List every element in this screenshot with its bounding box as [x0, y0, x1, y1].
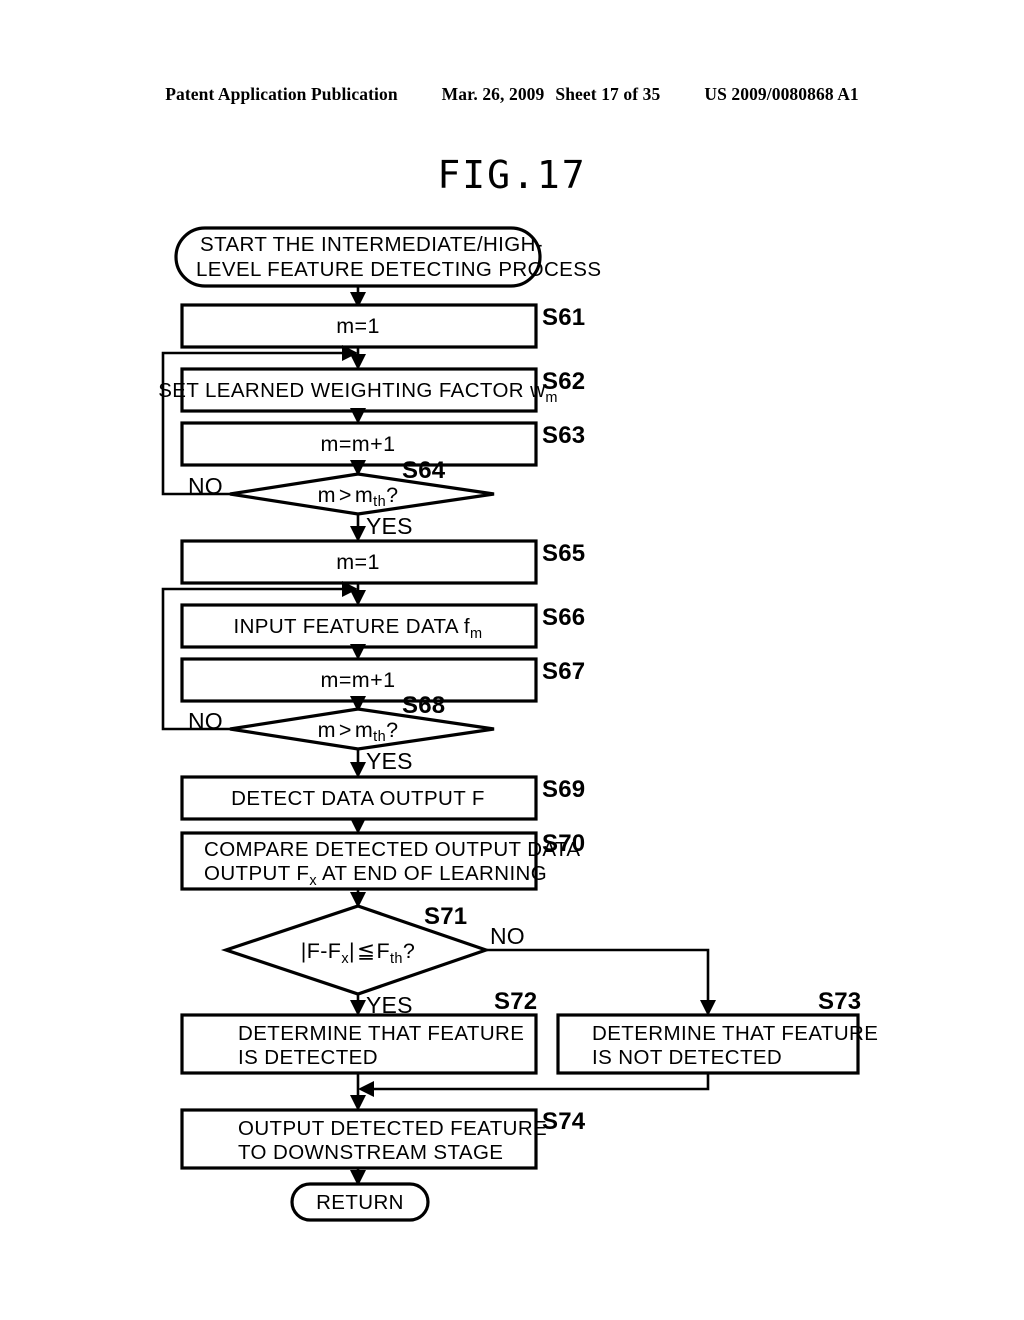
- step-s67-label: S67: [542, 658, 585, 685]
- start-terminal-line1: START THE INTERMEDIATE/HIGH-: [200, 233, 543, 256]
- step-s69: DETECT DATA OUTPUT F S69: [180, 775, 585, 821]
- step-s74-line2: TO DOWNSTREAM STAGE: [238, 1141, 503, 1164]
- flowchart: START THE INTERMEDIATE/HIGH- LEVEL FEATU…: [0, 0, 1024, 1320]
- start-terminal: START THE INTERMEDIATE/HIGH- LEVEL FEATU…: [174, 226, 601, 288]
- step-s70-label: S70: [542, 830, 585, 857]
- step-s65: m=1 S65: [180, 539, 585, 585]
- step-s74-label: S74: [542, 1108, 586, 1135]
- step-s68: m > mth? S68 NO YES: [188, 692, 495, 774]
- connector-s73-merge: [358, 1073, 710, 1097]
- step-s66: INPUT FEATURE DATA fm S66: [180, 603, 585, 649]
- step-s65-label: S65: [542, 540, 585, 567]
- step-s74-line1: OUTPUT DETECTED FEATURE: [238, 1117, 547, 1140]
- step-s73-line2: IS NOT DETECTED: [592, 1046, 782, 1069]
- step-s67: m=m+1 S67: [180, 657, 585, 703]
- step-s67-text: m=m+1: [321, 668, 396, 692]
- step-s73-line1: DETERMINE THAT FEATURE: [592, 1022, 878, 1045]
- step-s66-text-sub: m: [470, 626, 482, 642]
- step-s73: DETERMINE THAT FEATURE IS NOT DETECTED S…: [556, 988, 878, 1075]
- step-s64-label: S64: [402, 457, 446, 484]
- step-s66-label: S66: [542, 604, 585, 631]
- step-s61: m=1 S61: [180, 303, 585, 349]
- connector-s64-yes-to-s65: [350, 514, 366, 542]
- step-s68-yes-label: YES: [366, 748, 413, 774]
- step-s62: SET LEARNED WEIGHTING FACTOR wm S62: [158, 367, 585, 413]
- connector-s68-no-loop: [161, 581, 358, 731]
- step-s62-text: SET LEARNED WEIGHTING FACTOR wm: [158, 379, 558, 406]
- connector-s72-to-s74: [350, 1073, 366, 1111]
- return-terminal: RETURN: [290, 1182, 430, 1222]
- step-s68-no-label: NO: [188, 708, 223, 734]
- step-s64-text: m > mth?: [318, 483, 399, 510]
- step-s69-label: S69: [542, 776, 585, 803]
- return-terminal-label: RETURN: [316, 1191, 404, 1214]
- step-s66-text-main: INPUT FEATURE DATA f: [233, 615, 470, 638]
- step-s69-text: DETECT DATA OUTPUT F: [231, 787, 485, 810]
- step-s63-text: m=m+1: [321, 432, 396, 456]
- step-s70: COMPARE DETECTED OUTPUT DATA OUTPUT Fx A…: [180, 830, 585, 891]
- step-s70-line1: COMPARE DETECTED OUTPUT DATA: [204, 838, 580, 861]
- step-s66-text: INPUT FEATURE DATA fm: [233, 615, 482, 642]
- connector-s68-yes-to-s69: [350, 749, 366, 778]
- step-s72-label: S72: [494, 988, 537, 1015]
- step-s61-label: S61: [542, 304, 585, 331]
- step-s64-no-label: NO: [188, 473, 223, 499]
- step-s62-label: S62: [542, 368, 585, 395]
- step-s73-label: S73: [818, 988, 861, 1015]
- step-s68-label: S68: [402, 692, 445, 719]
- connector-s71-yes-to-s72: [350, 994, 366, 1016]
- step-s64: m > mth? S64 NO YES: [188, 457, 495, 539]
- step-s65-text: m=1: [336, 550, 380, 574]
- step-s62-text-main: SET LEARNED WEIGHTING FACTOR w: [158, 379, 545, 402]
- step-s71-label: S71: [424, 903, 467, 930]
- step-s71: |F-Fx|≦Fth? S71 NO YES: [220, 903, 525, 1018]
- step-s63-label: S63: [542, 422, 585, 449]
- step-s72-line2: IS DETECTED: [238, 1046, 378, 1069]
- connector-s64-no-loop: [161, 345, 358, 496]
- start-terminal-line2: LEVEL FEATURE DETECTING PROCESS: [196, 258, 601, 281]
- step-s61-text: m=1: [336, 314, 380, 338]
- step-s71-no-label: NO: [490, 923, 525, 949]
- step-s74: OUTPUT DETECTED FEATURE TO DOWNSTREAM ST…: [180, 1108, 586, 1170]
- step-s64-yes-label: YES: [366, 513, 413, 539]
- step-s63: m=m+1 S63: [180, 421, 585, 467]
- step-s72-line1: DETERMINE THAT FEATURE: [238, 1022, 524, 1045]
- step-s70-line2: OUTPUT Fx AT END OF LEARNING: [204, 862, 547, 889]
- step-s68-text: m > mth?: [318, 718, 399, 745]
